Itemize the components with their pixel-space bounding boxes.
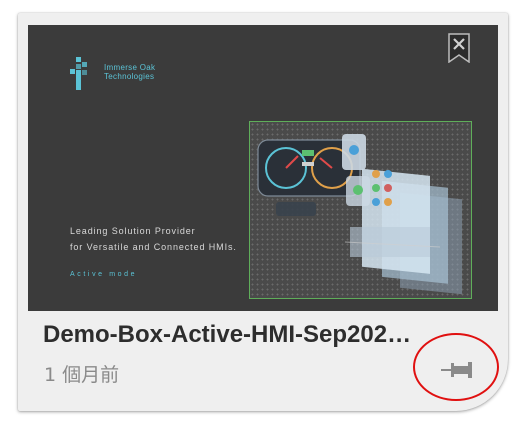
hmi-layers-graphic <box>257 134 462 295</box>
file-title[interactable]: Demo-Box-Active-HMI-Sep202… <box>43 321 473 349</box>
headline-line-2: for Versatile and Connected HMIs. <box>70 242 237 252</box>
company-logo-icon <box>70 57 87 90</box>
brand-line-2: Technologies <box>104 72 155 81</box>
pin-icon <box>441 362 472 378</box>
headline-line-1: Leading Solution Provider <box>70 226 196 236</box>
file-card[interactable]: Immerse Oak Technologies Leading Solutio… <box>18 13 508 411</box>
hmi-dashboard-illustration <box>249 121 472 299</box>
headline: Leading Solution Provider for Versatile … <box>70 223 237 255</box>
pin-button[interactable] <box>438 353 478 387</box>
mode-label: Active mode <box>70 271 138 278</box>
thumbnail-preview[interactable]: Immerse Oak Technologies Leading Solutio… <box>28 25 498 311</box>
file-timestamp: 1 個月前 <box>44 364 120 386</box>
brand-line-1: Immerse Oak <box>104 63 156 72</box>
bookmark-close-icon[interactable] <box>448 33 470 63</box>
brand-name: Immerse Oak Technologies <box>104 63 194 81</box>
